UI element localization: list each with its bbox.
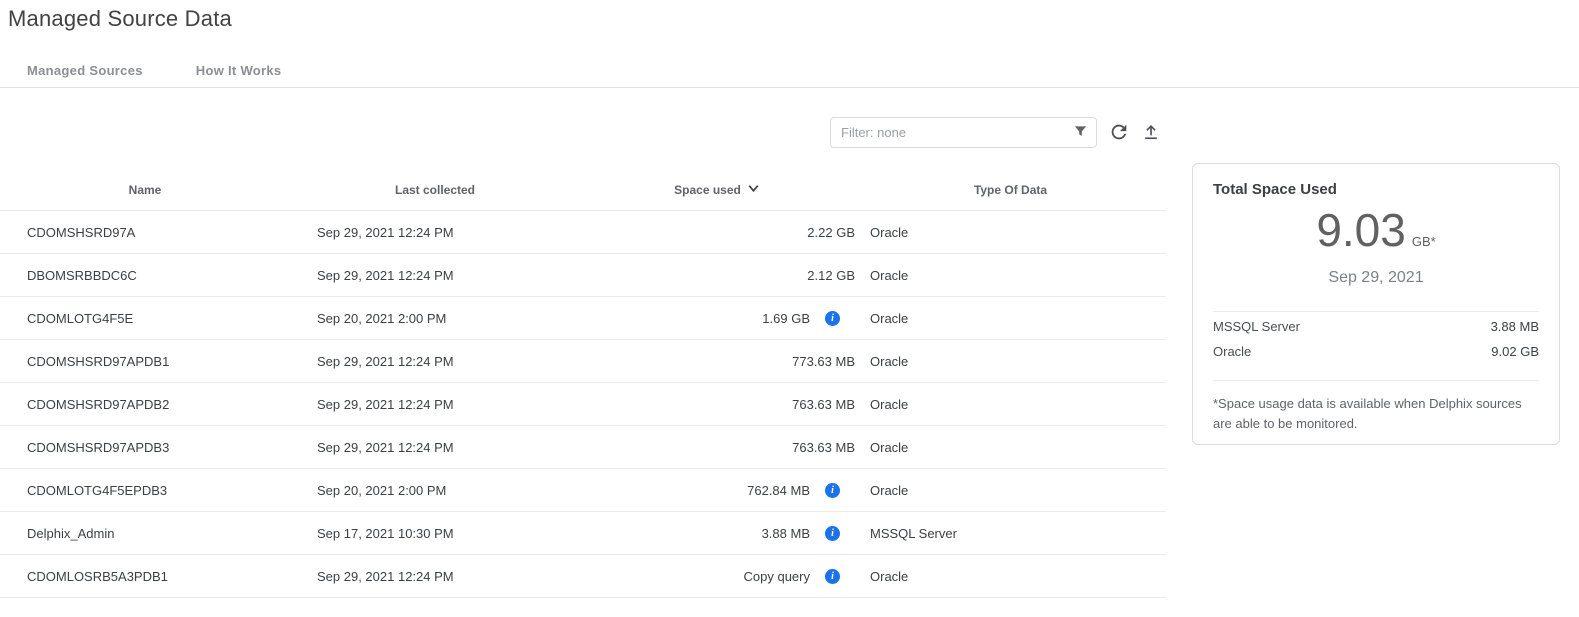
data-type-value: Oracle — [855, 268, 1166, 283]
panel-footnote: *Space usage data is available when Delp… — [1213, 394, 1539, 433]
table-row[interactable]: CDOMSHSRD97A Sep 29, 2021 12:24 PM 2.22 … — [0, 211, 1166, 254]
space-used-value: 762.84 MB — [747, 483, 810, 498]
total-space-used-panel: Total Space Used 9.03 GB* Sep 29, 2021 MS… — [1192, 163, 1560, 445]
tab-bar: Managed Sources How It Works — [0, 54, 1579, 88]
table-body: CDOMSHSRD97A Sep 29, 2021 12:24 PM 2.22 … — [0, 211, 1166, 598]
last-collected-value: Sep 29, 2021 12:24 PM — [290, 225, 580, 240]
managed-sources-table: Name Last collected Space used Type Of D… — [0, 170, 1166, 598]
table-row[interactable]: CDOMLOTG4F5E Sep 20, 2021 2:00 PM 1.69 G… — [0, 297, 1166, 340]
space-used-value: 773.63 MB — [792, 354, 855, 369]
breakdown-label: Oracle — [1213, 339, 1251, 364]
table-row[interactable]: CDOMSHSRD97APDB2 Sep 29, 2021 12:24 PM 7… — [0, 383, 1166, 426]
data-type-value: Oracle — [855, 225, 1166, 240]
breakdown-value: 3.88 MB — [1491, 314, 1539, 339]
space-used-cell: 2.12 GB — [580, 268, 855, 283]
source-name: CDOMSHSRD97APDB3 — [0, 440, 290, 455]
source-name: DBOMSRBBDC6C — [0, 268, 290, 283]
last-collected-value: Sep 29, 2021 12:24 PM — [290, 354, 580, 369]
data-type-value: Oracle — [855, 440, 1166, 455]
table-row[interactable]: Delphix_Admin Sep 17, 2021 10:30 PM 3.88… — [0, 512, 1166, 555]
info-icon[interactable]: i — [825, 483, 840, 498]
breakdown-label: MSSQL Server — [1213, 314, 1300, 339]
column-header-name[interactable]: Name — [0, 183, 290, 197]
space-used-value: 1.69 GB — [762, 311, 810, 326]
source-name: CDOMSHSRD97APDB2 — [0, 397, 290, 412]
space-used-cell: 3.88 MB i — [580, 526, 855, 541]
space-used-cell: 773.63 MB — [580, 354, 855, 369]
table-row[interactable]: CDOMLOTG4F5EPDB3 Sep 20, 2021 2:00 PM 76… — [0, 469, 1166, 512]
source-name: CDOMLOTG4F5EPDB3 — [0, 483, 290, 498]
space-used-value: 3.88 MB — [762, 526, 810, 541]
data-type-value: Oracle — [855, 311, 1166, 326]
last-collected-value: Sep 29, 2021 12:24 PM — [290, 569, 580, 584]
refresh-icon — [1108, 121, 1130, 146]
source-name: CDOMLOSRB5A3PDB1 — [0, 569, 290, 584]
funnel-icon — [1073, 124, 1088, 142]
column-header-last-collected[interactable]: Last collected — [290, 183, 580, 197]
table-row[interactable]: CDOMSHSRD97APDB3 Sep 29, 2021 12:24 PM 7… — [0, 426, 1166, 469]
breakdown-row-mssql: MSSQL Server 3.88 MB — [1213, 314, 1539, 339]
filter-input[interactable] — [830, 117, 1097, 148]
refresh-button[interactable] — [1106, 120, 1132, 146]
space-used-cell: Copy query i — [580, 569, 855, 584]
space-used-value: 2.22 GB — [807, 225, 855, 240]
column-header-type-of-data[interactable]: Type Of Data — [855, 183, 1166, 197]
info-icon[interactable]: i — [825, 526, 840, 541]
page-title: Managed Source Data — [8, 6, 232, 32]
last-collected-value: Sep 20, 2021 2:00 PM — [290, 483, 580, 498]
managed-source-data-page: Managed Source Data Managed Sources How … — [0, 0, 1579, 617]
space-used-cell: 1.69 GB i — [580, 311, 855, 326]
space-breakdown-list: MSSQL Server 3.88 MB Oracle 9.02 GB — [1213, 314, 1539, 364]
space-used-value: 2.12 GB — [807, 268, 855, 283]
table-row[interactable]: CDOMLOSRB5A3PDB1 Sep 29, 2021 12:24 PM C… — [0, 555, 1166, 598]
source-name: Delphix_Admin — [0, 526, 290, 541]
last-collected-value: Sep 29, 2021 12:24 PM — [290, 440, 580, 455]
total-space-unit: GB* — [1412, 234, 1436, 249]
last-collected-value: Sep 20, 2021 2:00 PM — [290, 311, 580, 326]
filter-control — [830, 117, 1097, 148]
space-used-cell: 763.63 MB — [580, 440, 855, 455]
upload-button[interactable] — [1138, 120, 1164, 146]
total-space-value: 9.03 — [1316, 204, 1406, 256]
panel-divider-top — [1213, 311, 1539, 312]
data-type-value: Oracle — [855, 569, 1166, 584]
last-collected-value: Sep 29, 2021 12:24 PM — [290, 397, 580, 412]
panel-title: Total Space Used — [1213, 180, 1539, 200]
panel-divider-bottom — [1213, 380, 1539, 381]
source-name: CDOMLOTG4F5E — [0, 311, 290, 326]
space-used-cell: 2.22 GB — [580, 225, 855, 240]
data-type-value: Oracle — [855, 483, 1166, 498]
space-used-cell: 763.63 MB — [580, 397, 855, 412]
tab-how-it-works[interactable]: How It Works — [196, 63, 282, 78]
table-header-row: Name Last collected Space used Type Of D… — [0, 170, 1166, 211]
info-icon[interactable]: i — [825, 569, 840, 584]
table-row[interactable]: CDOMSHSRD97APDB1 Sep 29, 2021 12:24 PM 7… — [0, 340, 1166, 383]
breakdown-value: 9.02 GB — [1491, 339, 1539, 364]
data-type-value: Oracle — [855, 354, 1166, 369]
info-icon[interactable]: i — [825, 311, 840, 326]
upload-icon — [1141, 122, 1161, 145]
last-collected-value: Sep 17, 2021 10:30 PM — [290, 526, 580, 541]
total-space-date: Sep 29, 2021 — [1213, 268, 1539, 288]
space-used-cell: 762.84 MB i — [580, 483, 855, 498]
source-name: CDOMSHSRD97APDB1 — [0, 354, 290, 369]
sort-chevron-down-icon[interactable] — [746, 181, 761, 199]
space-used-value: 763.63 MB — [792, 440, 855, 455]
copy-query-button[interactable]: Copy query — [744, 569, 810, 584]
data-type-value: Oracle — [855, 397, 1166, 412]
source-name: CDOMSHSRD97A — [0, 225, 290, 240]
table-row[interactable]: DBOMSRBBDC6C Sep 29, 2021 12:24 PM 2.12 … — [0, 254, 1166, 297]
space-used-value: 763.63 MB — [792, 397, 855, 412]
data-type-value: MSSQL Server — [855, 526, 1166, 541]
last-collected-value: Sep 29, 2021 12:24 PM — [290, 268, 580, 283]
tab-managed-sources[interactable]: Managed Sources — [27, 63, 143, 78]
filter-funnel-button[interactable] — [1071, 124, 1089, 142]
breakdown-row-oracle: Oracle 9.02 GB — [1213, 339, 1539, 364]
total-space-line: 9.03 GB* — [1213, 204, 1539, 268]
column-header-space-used[interactable]: Space used — [580, 181, 855, 199]
